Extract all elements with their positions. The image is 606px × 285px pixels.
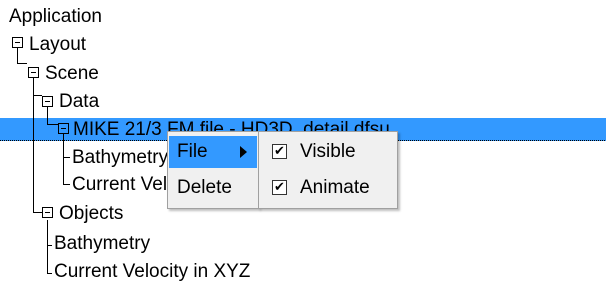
tree-node-data-bathymetry[interactable]: Bathymetry bbox=[72, 147, 168, 169]
collapse-toggle-icon[interactable] bbox=[12, 37, 23, 48]
tree-node-objects[interactable]: Objects bbox=[59, 203, 123, 225]
collapse-toggle-icon[interactable] bbox=[58, 123, 69, 134]
tree-line bbox=[17, 63, 27, 64]
menu-item-file[interactable]: File bbox=[169, 136, 257, 168]
tree-node-application[interactable]: Application bbox=[9, 6, 102, 28]
checkbox-checked-icon[interactable]: ✔ bbox=[272, 144, 287, 159]
menu-item-delete[interactable]: Delete bbox=[169, 172, 257, 204]
submenu-item-visible-label: Visible bbox=[300, 141, 356, 162]
tree-line bbox=[33, 95, 42, 96]
submenu-arrow-icon bbox=[240, 146, 247, 158]
tree-line bbox=[63, 157, 70, 158]
submenu-item-animate-label: Animate bbox=[300, 177, 370, 198]
menu-item-file-label: File bbox=[177, 141, 208, 162]
menu-item-delete-label: Delete bbox=[177, 177, 232, 198]
collapse-toggle-icon[interactable] bbox=[42, 207, 53, 218]
collapse-toggle-icon[interactable] bbox=[42, 96, 53, 107]
tree-line bbox=[33, 212, 42, 213]
file-submenu: ✔ Visible ✔ Animate bbox=[258, 131, 398, 209]
submenu-item-animate[interactable]: ✔ Animate bbox=[260, 172, 396, 204]
tree-line bbox=[63, 133, 64, 184]
submenu-item-visible[interactable]: ✔ Visible bbox=[260, 136, 396, 168]
tree-line bbox=[47, 220, 48, 274]
tree-node-scene[interactable]: Scene bbox=[45, 63, 99, 85]
tree-line bbox=[33, 77, 34, 212]
checkbox-checked-icon[interactable]: ✔ bbox=[272, 180, 287, 195]
tree-node-layout[interactable]: Layout bbox=[29, 34, 86, 56]
tree-node-data[interactable]: Data bbox=[59, 91, 99, 113]
tree-line bbox=[47, 245, 52, 246]
tree-line bbox=[47, 273, 52, 274]
context-menu: File Delete bbox=[167, 131, 259, 209]
tree-node-objects-bathymetry[interactable]: Bathymetry bbox=[54, 233, 150, 255]
tree-line bbox=[63, 184, 70, 185]
tree-node-objects-current-velocity[interactable]: Current Velocity in XYZ bbox=[54, 261, 250, 283]
collapse-toggle-icon[interactable] bbox=[28, 67, 39, 78]
